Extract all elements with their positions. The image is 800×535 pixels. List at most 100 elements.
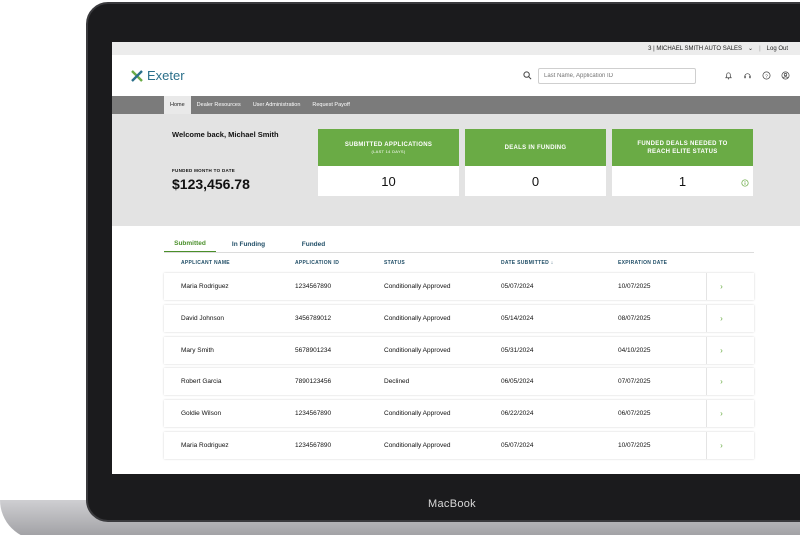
laptop-frame: MacBook 3 | MICHAEL SMITH AUTO SALES ⌄ |… bbox=[0, 0, 800, 535]
date-submitted: 05/14/2024 bbox=[501, 314, 534, 322]
funded-month-label: FUNDED MONTH TO DATE bbox=[172, 168, 236, 173]
sort-arrow-down-icon[interactable]: ↓ bbox=[551, 260, 554, 266]
card-header: SUBMITTED APPLICATIONS (LAST 14 DAYS) bbox=[318, 129, 459, 166]
logout-link[interactable]: Log Out bbox=[767, 46, 788, 52]
date-submitted: 06/05/2024 bbox=[501, 378, 534, 386]
expiration-date: 08/07/2025 bbox=[618, 314, 651, 322]
funded-month-value: $123,456.78 bbox=[172, 176, 250, 192]
column-application-id[interactable]: APPLICATION ID bbox=[295, 260, 384, 266]
column-status[interactable]: STATUS bbox=[384, 260, 501, 266]
chevron-right-icon[interactable]: › bbox=[706, 273, 736, 300]
application-status: Conditionally Approved bbox=[384, 441, 451, 449]
search-icon[interactable] bbox=[523, 67, 532, 85]
account-selector[interactable]: 3 | MICHAEL SMITH AUTO SALES bbox=[648, 46, 742, 52]
header-icon-group: ? bbox=[724, 67, 790, 85]
expiration-date: 06/07/2025 bbox=[618, 410, 651, 418]
chevron-right-icon[interactable]: › bbox=[706, 400, 736, 428]
bell-icon[interactable] bbox=[724, 67, 733, 85]
applicant-name: Mary Smith bbox=[181, 346, 214, 354]
logo-text: Exeter bbox=[147, 68, 185, 83]
application-status: Conditionally Approved bbox=[384, 283, 451, 290]
table-row[interactable]: Robert Garcia 7890123456 Declined 06/05/… bbox=[164, 368, 754, 396]
date-submitted: 05/31/2024 bbox=[501, 346, 534, 354]
column-expiration-date[interactable]: EXPIRATION DATE bbox=[618, 260, 706, 266]
application-status: Declined bbox=[384, 378, 410, 386]
table-header: APPLICANT NAME APPLICATION ID STATUS DAT… bbox=[164, 253, 754, 273]
app-header: Exeter ? bbox=[112, 55, 800, 96]
card-value: 10 bbox=[381, 173, 396, 189]
device-brand: MacBook bbox=[428, 498, 476, 510]
application-id: 1234567890 bbox=[295, 283, 332, 290]
card-subtitle: (LAST 14 DAYS) bbox=[371, 149, 406, 154]
date-submitted: 06/22/2024 bbox=[501, 410, 534, 418]
headset-icon[interactable] bbox=[743, 67, 752, 85]
submitted-applications-card[interactable]: SUBMITTED APPLICATIONS (LAST 14 DAYS) 10 bbox=[318, 129, 459, 196]
divider: | bbox=[759, 45, 761, 52]
chevron-right-icon[interactable]: › bbox=[706, 368, 736, 396]
nav-user-administration[interactable]: User Administration bbox=[247, 96, 307, 114]
date-submitted: 05/07/2024 bbox=[501, 283, 534, 290]
card-value: 1 bbox=[678, 173, 687, 189]
tab-funded[interactable]: Funded bbox=[281, 236, 346, 252]
nav-home[interactable]: Home bbox=[164, 96, 191, 114]
applications-table: Maria Rodriguez 1234567890 Conditionally… bbox=[164, 273, 754, 459]
tab-submitted[interactable]: Submitted bbox=[164, 236, 216, 252]
column-label: DATE SUBMITTED bbox=[501, 260, 549, 266]
help-icon[interactable]: ? bbox=[762, 67, 771, 85]
main-nav: Home Dealer Resources User Administratio… bbox=[112, 96, 800, 114]
table-row[interactable]: Maria Rodriguez 1234567890 Conditionally… bbox=[164, 273, 754, 300]
table-row[interactable]: Mary Smith 5678901234 Conditionally Appr… bbox=[164, 336, 754, 364]
chevron-right-icon[interactable]: › bbox=[706, 431, 736, 459]
application-id: 1234567890 bbox=[295, 441, 332, 449]
column-date-submitted[interactable]: DATE SUBMITTED ↓ bbox=[501, 260, 618, 266]
column-applicant-name[interactable]: APPLICANT NAME bbox=[164, 260, 295, 266]
application-id: 3456789012 bbox=[295, 314, 332, 322]
applicant-name: Robert Garcia bbox=[181, 378, 222, 386]
card-header: DEALS IN FUNDING bbox=[465, 129, 606, 166]
exeter-logo-icon bbox=[130, 69, 144, 83]
user-profile-icon[interactable] bbox=[781, 67, 790, 85]
application-status: Conditionally Approved bbox=[384, 346, 451, 354]
svg-text:?: ? bbox=[765, 73, 768, 79]
applicant-name: Maria Rodriguez bbox=[181, 441, 229, 449]
table-row[interactable]: David Johnson 3456789012 Conditionally A… bbox=[164, 304, 754, 332]
account-bar: 3 | MICHAEL SMITH AUTO SALES ⌄ | Log Out bbox=[112, 42, 800, 55]
expiration-date: 10/07/2025 bbox=[618, 441, 651, 449]
table-row[interactable]: Maria Rodriguez 1234567890 Conditionally… bbox=[164, 431, 754, 459]
deals-in-funding-card[interactable]: DEALS IN FUNDING 0 bbox=[465, 129, 606, 196]
application-id: 5678901234 bbox=[295, 346, 332, 354]
expiration-date: 04/10/2025 bbox=[618, 346, 651, 354]
card-value: 0 bbox=[531, 173, 540, 189]
chevron-right-icon[interactable]: › bbox=[706, 336, 736, 364]
applicant-name: David Johnson bbox=[181, 314, 224, 322]
nav-request-payoff[interactable]: Request Payoff bbox=[306, 96, 356, 114]
info-icon[interactable] bbox=[741, 174, 749, 192]
card-header: FUNDED DEALS NEEDED TO REACH ELITE STATU… bbox=[612, 129, 753, 166]
exeter-logo[interactable]: Exeter bbox=[130, 68, 185, 83]
application-status: Conditionally Approved bbox=[384, 314, 451, 322]
chevron-down-icon[interactable]: ⌄ bbox=[748, 45, 753, 52]
card-title: SUBMITTED APPLICATIONS bbox=[344, 142, 433, 148]
application-status: Conditionally Approved bbox=[384, 410, 451, 418]
elite-status-card[interactable]: FUNDED DEALS NEEDED TO REACH ELITE STATU… bbox=[612, 129, 753, 196]
application-tabs: Submitted In Funding Funded bbox=[164, 236, 754, 252]
date-submitted: 05/07/2024 bbox=[501, 441, 534, 449]
search-input[interactable] bbox=[538, 67, 696, 84]
applications-section: Submitted In Funding Funded APPLICANT NA… bbox=[112, 236, 800, 459]
summary-panel: Welcome back, Michael Smith FUNDED MONTH… bbox=[112, 114, 800, 226]
nav-dealer-resources[interactable]: Dealer Resources bbox=[191, 96, 247, 114]
expiration-date: 07/07/2025 bbox=[618, 378, 651, 386]
applicant-name: Maria Rodriguez bbox=[181, 283, 229, 290]
expiration-date: 10/07/2025 bbox=[618, 283, 651, 290]
tab-in-funding[interactable]: In Funding bbox=[216, 236, 281, 252]
card-title: FUNDED DEALS NEEDED TO REACH ELITE STATU… bbox=[637, 140, 728, 155]
applicant-name: Goldie Wilson bbox=[181, 410, 222, 418]
application-id: 1234567890 bbox=[295, 410, 332, 418]
application-id: 7890123456 bbox=[295, 378, 332, 386]
chevron-right-icon[interactable]: › bbox=[706, 304, 736, 332]
app-screen: 3 | MICHAEL SMITH AUTO SALES ⌄ | Log Out… bbox=[112, 42, 800, 474]
search-area bbox=[523, 67, 696, 85]
welcome-message: Welcome back, Michael Smith bbox=[172, 130, 279, 139]
table-row[interactable]: Goldie Wilson 1234567890 Conditionally A… bbox=[164, 400, 754, 428]
card-title: DEALS IN FUNDING bbox=[504, 144, 567, 151]
